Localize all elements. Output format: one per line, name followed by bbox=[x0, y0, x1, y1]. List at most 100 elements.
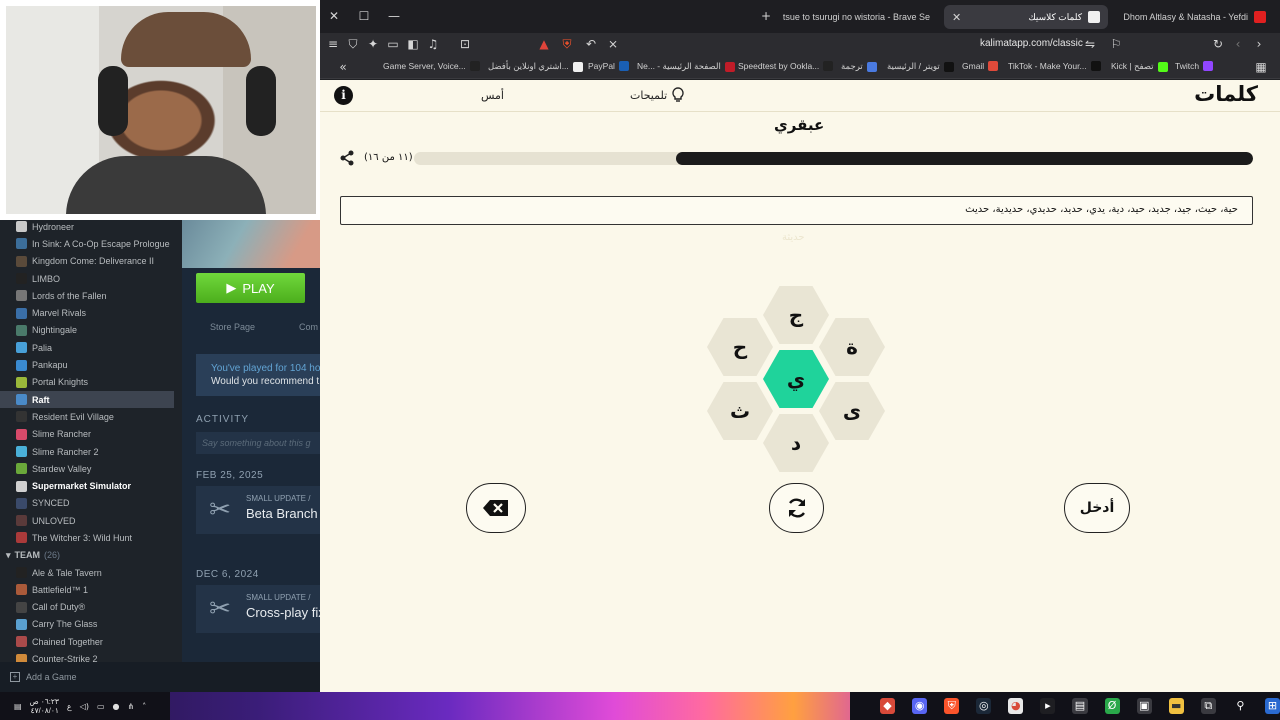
forward-icon[interactable]: ‹ bbox=[1231, 37, 1245, 51]
bookmark-item[interactable]: Speedtest by Ookla... bbox=[738, 61, 834, 71]
tab-store-page[interactable]: Store Page bbox=[210, 322, 255, 332]
bookmark-item[interactable]: Gmail bbox=[962, 61, 999, 71]
tray-expand-icon[interactable]: ˄ bbox=[142, 702, 146, 711]
file-explorer-icon[interactable]: ▬ bbox=[1168, 698, 1184, 714]
reading-list-icon[interactable]: ▦ bbox=[1254, 60, 1268, 74]
collection-header-team[interactable]: ▾ TEAM (26) bbox=[0, 547, 182, 564]
activity-input[interactable]: Say something about this g bbox=[196, 432, 320, 454]
app-icon[interactable]: Ø bbox=[1104, 698, 1120, 714]
brave-icon[interactable]: ⛨ bbox=[944, 698, 960, 714]
shuffle-button[interactable] bbox=[769, 483, 824, 533]
game-list-item[interactable]: Ale & Tale Tavern bbox=[0, 564, 182, 581]
terminal-icon[interactable]: ▸ bbox=[1040, 698, 1056, 714]
update-card[interactable]: ✂ SMALL UPDATE / Cross-play fix bbox=[196, 585, 320, 633]
add-game-button[interactable]: + Add a Game bbox=[0, 662, 320, 692]
site-logo[interactable]: كلمات bbox=[1194, 82, 1258, 106]
hints-button[interactable]: تلميحات bbox=[630, 87, 685, 103]
rewards-icon[interactable]: ▲ bbox=[537, 37, 551, 51]
game-list-item[interactable]: Marvel Rivals bbox=[0, 304, 182, 321]
found-words-box[interactable]: حية، حيث، جيد، جديد، حيد، دية، يدي، حديد… bbox=[340, 196, 1253, 225]
search-icon[interactable]: ⚲ bbox=[1233, 698, 1248, 714]
game-list-item[interactable]: Slime Rancher bbox=[0, 426, 182, 443]
store-icon[interactable]: ▣ bbox=[1136, 698, 1152, 714]
network-icon[interactable]: ▭ bbox=[97, 702, 105, 711]
clock[interactable]: ٠٦:٢٣ ص ٤٧/٠٨/٠١ bbox=[30, 697, 59, 715]
usb-icon[interactable]: ⋔ bbox=[128, 702, 135, 711]
steam-icon[interactable]: ◎ bbox=[976, 698, 992, 714]
bookmark-item[interactable]: Twitch bbox=[1175, 61, 1214, 71]
enter-button[interactable]: أدخل bbox=[1064, 483, 1130, 533]
sidebar-icon[interactable]: ◧ bbox=[406, 37, 420, 51]
game-list-item[interactable]: Resident Evil Village bbox=[0, 408, 182, 425]
wallet-icon[interactable]: ▭ bbox=[386, 37, 400, 51]
browser-tab-active[interactable]: ✕ كلمات كلاسيك bbox=[944, 5, 1108, 29]
undo-icon[interactable]: ↶ bbox=[584, 37, 598, 51]
play-button[interactable]: ▶ PLAY bbox=[196, 273, 305, 303]
reload-icon[interactable]: ↻ bbox=[1211, 37, 1225, 51]
game-list-item[interactable]: Carry The Glass bbox=[0, 616, 182, 633]
letter-center[interactable]: ي bbox=[763, 350, 829, 408]
browser-tab[interactable]: tsue to tsurugi no wistoria - Brave Se bbox=[778, 5, 938, 29]
close-tab-icon[interactable]: ✕ bbox=[952, 11, 961, 24]
game-list-item[interactable]: LIMBO bbox=[0, 270, 182, 287]
game-list-item[interactable]: UNLOVED bbox=[0, 512, 182, 529]
letter-bottom-left[interactable]: ث bbox=[707, 382, 773, 440]
site-settings-icon[interactable]: ⇋ bbox=[1083, 37, 1097, 51]
game-list-item[interactable]: Lords of the Fallen bbox=[0, 287, 182, 304]
bookmark-item[interactable]: PayPal bbox=[588, 61, 629, 71]
keyboard-layout[interactable]: ع bbox=[67, 702, 72, 711]
game-list-item[interactable]: Kingdom Come: Deliverance II bbox=[0, 253, 182, 270]
extension-icon[interactable]: ✦ bbox=[366, 37, 380, 51]
back-icon[interactable]: › bbox=[1252, 37, 1266, 51]
media-icon[interactable]: ♫ bbox=[426, 37, 440, 51]
update-card[interactable]: ✂ SMALL UPDATE / Beta Branch bbox=[196, 486, 320, 534]
game-list-item[interactable]: Chained Together bbox=[0, 633, 182, 650]
letter-bottom-right[interactable]: ى bbox=[819, 382, 885, 440]
close-window-icon[interactable]: ✕ bbox=[327, 9, 341, 23]
discord-icon[interactable]: ◉ bbox=[912, 698, 928, 714]
game-list-item[interactable]: Supermarket Simulator bbox=[0, 477, 182, 494]
game-list-item[interactable]: The Witcher 3: Wild Hunt bbox=[0, 529, 182, 546]
translate-icon[interactable]: ⨯ bbox=[606, 37, 620, 51]
maximize-icon[interactable]: ☐ bbox=[357, 9, 371, 23]
delete-button[interactable] bbox=[466, 483, 526, 533]
app-icon[interactable]: ▤ bbox=[1072, 698, 1088, 714]
game-list-item[interactable]: Palia bbox=[0, 339, 182, 356]
game-list-item[interactable]: Portal Knights bbox=[0, 374, 182, 391]
bookmark-item[interactable]: Game Server, Voice... bbox=[383, 61, 480, 71]
new-tab-icon[interactable]: + bbox=[759, 9, 773, 23]
bookmark-item[interactable]: Ne... - الصفحة الرئيسية bbox=[637, 61, 735, 72]
bookmark-item[interactable]: Kick | تصفح bbox=[1111, 61, 1168, 72]
game-list-item[interactable]: Counter-Strike 2 bbox=[0, 650, 182, 662]
letter-bottom[interactable]: د bbox=[763, 414, 829, 472]
letter-top-right[interactable]: ة bbox=[819, 318, 885, 376]
minimize-icon[interactable]: — bbox=[387, 9, 401, 23]
address-bar[interactable]: kalimatapp.com/classic bbox=[980, 38, 1083, 49]
microphone-icon[interactable]: ● bbox=[113, 702, 120, 711]
browser-tab[interactable]: Dhom Altlasy & Natasha - Yefdi bbox=[1112, 5, 1274, 29]
game-list-item[interactable]: Pankapu bbox=[0, 356, 182, 373]
more-bookmarks-icon[interactable]: « bbox=[336, 60, 350, 74]
bookmark-item[interactable]: تويتر / الرئيسية bbox=[887, 61, 954, 72]
bookmark-item[interactable]: ترجمة bbox=[841, 61, 877, 72]
game-list-item[interactable]: Slime Rancher 2 bbox=[0, 443, 182, 460]
yesterday-button[interactable]: أمس bbox=[481, 89, 504, 102]
share-icon[interactable] bbox=[339, 150, 355, 166]
volume-icon[interactable]: ◁) bbox=[80, 702, 89, 711]
task-view-icon[interactable]: ⧉ bbox=[1200, 698, 1216, 714]
brave-shield-icon[interactable]: ⛨ bbox=[560, 37, 574, 51]
start-icon[interactable]: ⊞ bbox=[1264, 698, 1280, 714]
game-list-item[interactable]: Stardew Valley bbox=[0, 460, 182, 477]
info-icon[interactable]: i bbox=[334, 86, 353, 105]
game-list-item[interactable]: Hydroneer bbox=[0, 218, 182, 235]
letter-top-left[interactable]: ح bbox=[707, 318, 773, 376]
letter-top[interactable]: ج bbox=[763, 286, 829, 344]
bookmark-icon[interactable]: ⚐ bbox=[1109, 37, 1123, 51]
bookmark-item[interactable]: اشتري اونلاين بأفضل... bbox=[488, 61, 583, 72]
app-icon[interactable]: ◆ bbox=[880, 698, 896, 714]
shield-icon[interactable]: ⛉ bbox=[346, 37, 360, 51]
chrome-icon[interactable]: ◕ bbox=[1008, 698, 1024, 714]
screenshot-icon[interactable]: ⊡ bbox=[458, 37, 472, 51]
tab-community[interactable]: Com bbox=[299, 322, 318, 332]
game-list-item[interactable]: Call of Duty® bbox=[0, 599, 182, 616]
